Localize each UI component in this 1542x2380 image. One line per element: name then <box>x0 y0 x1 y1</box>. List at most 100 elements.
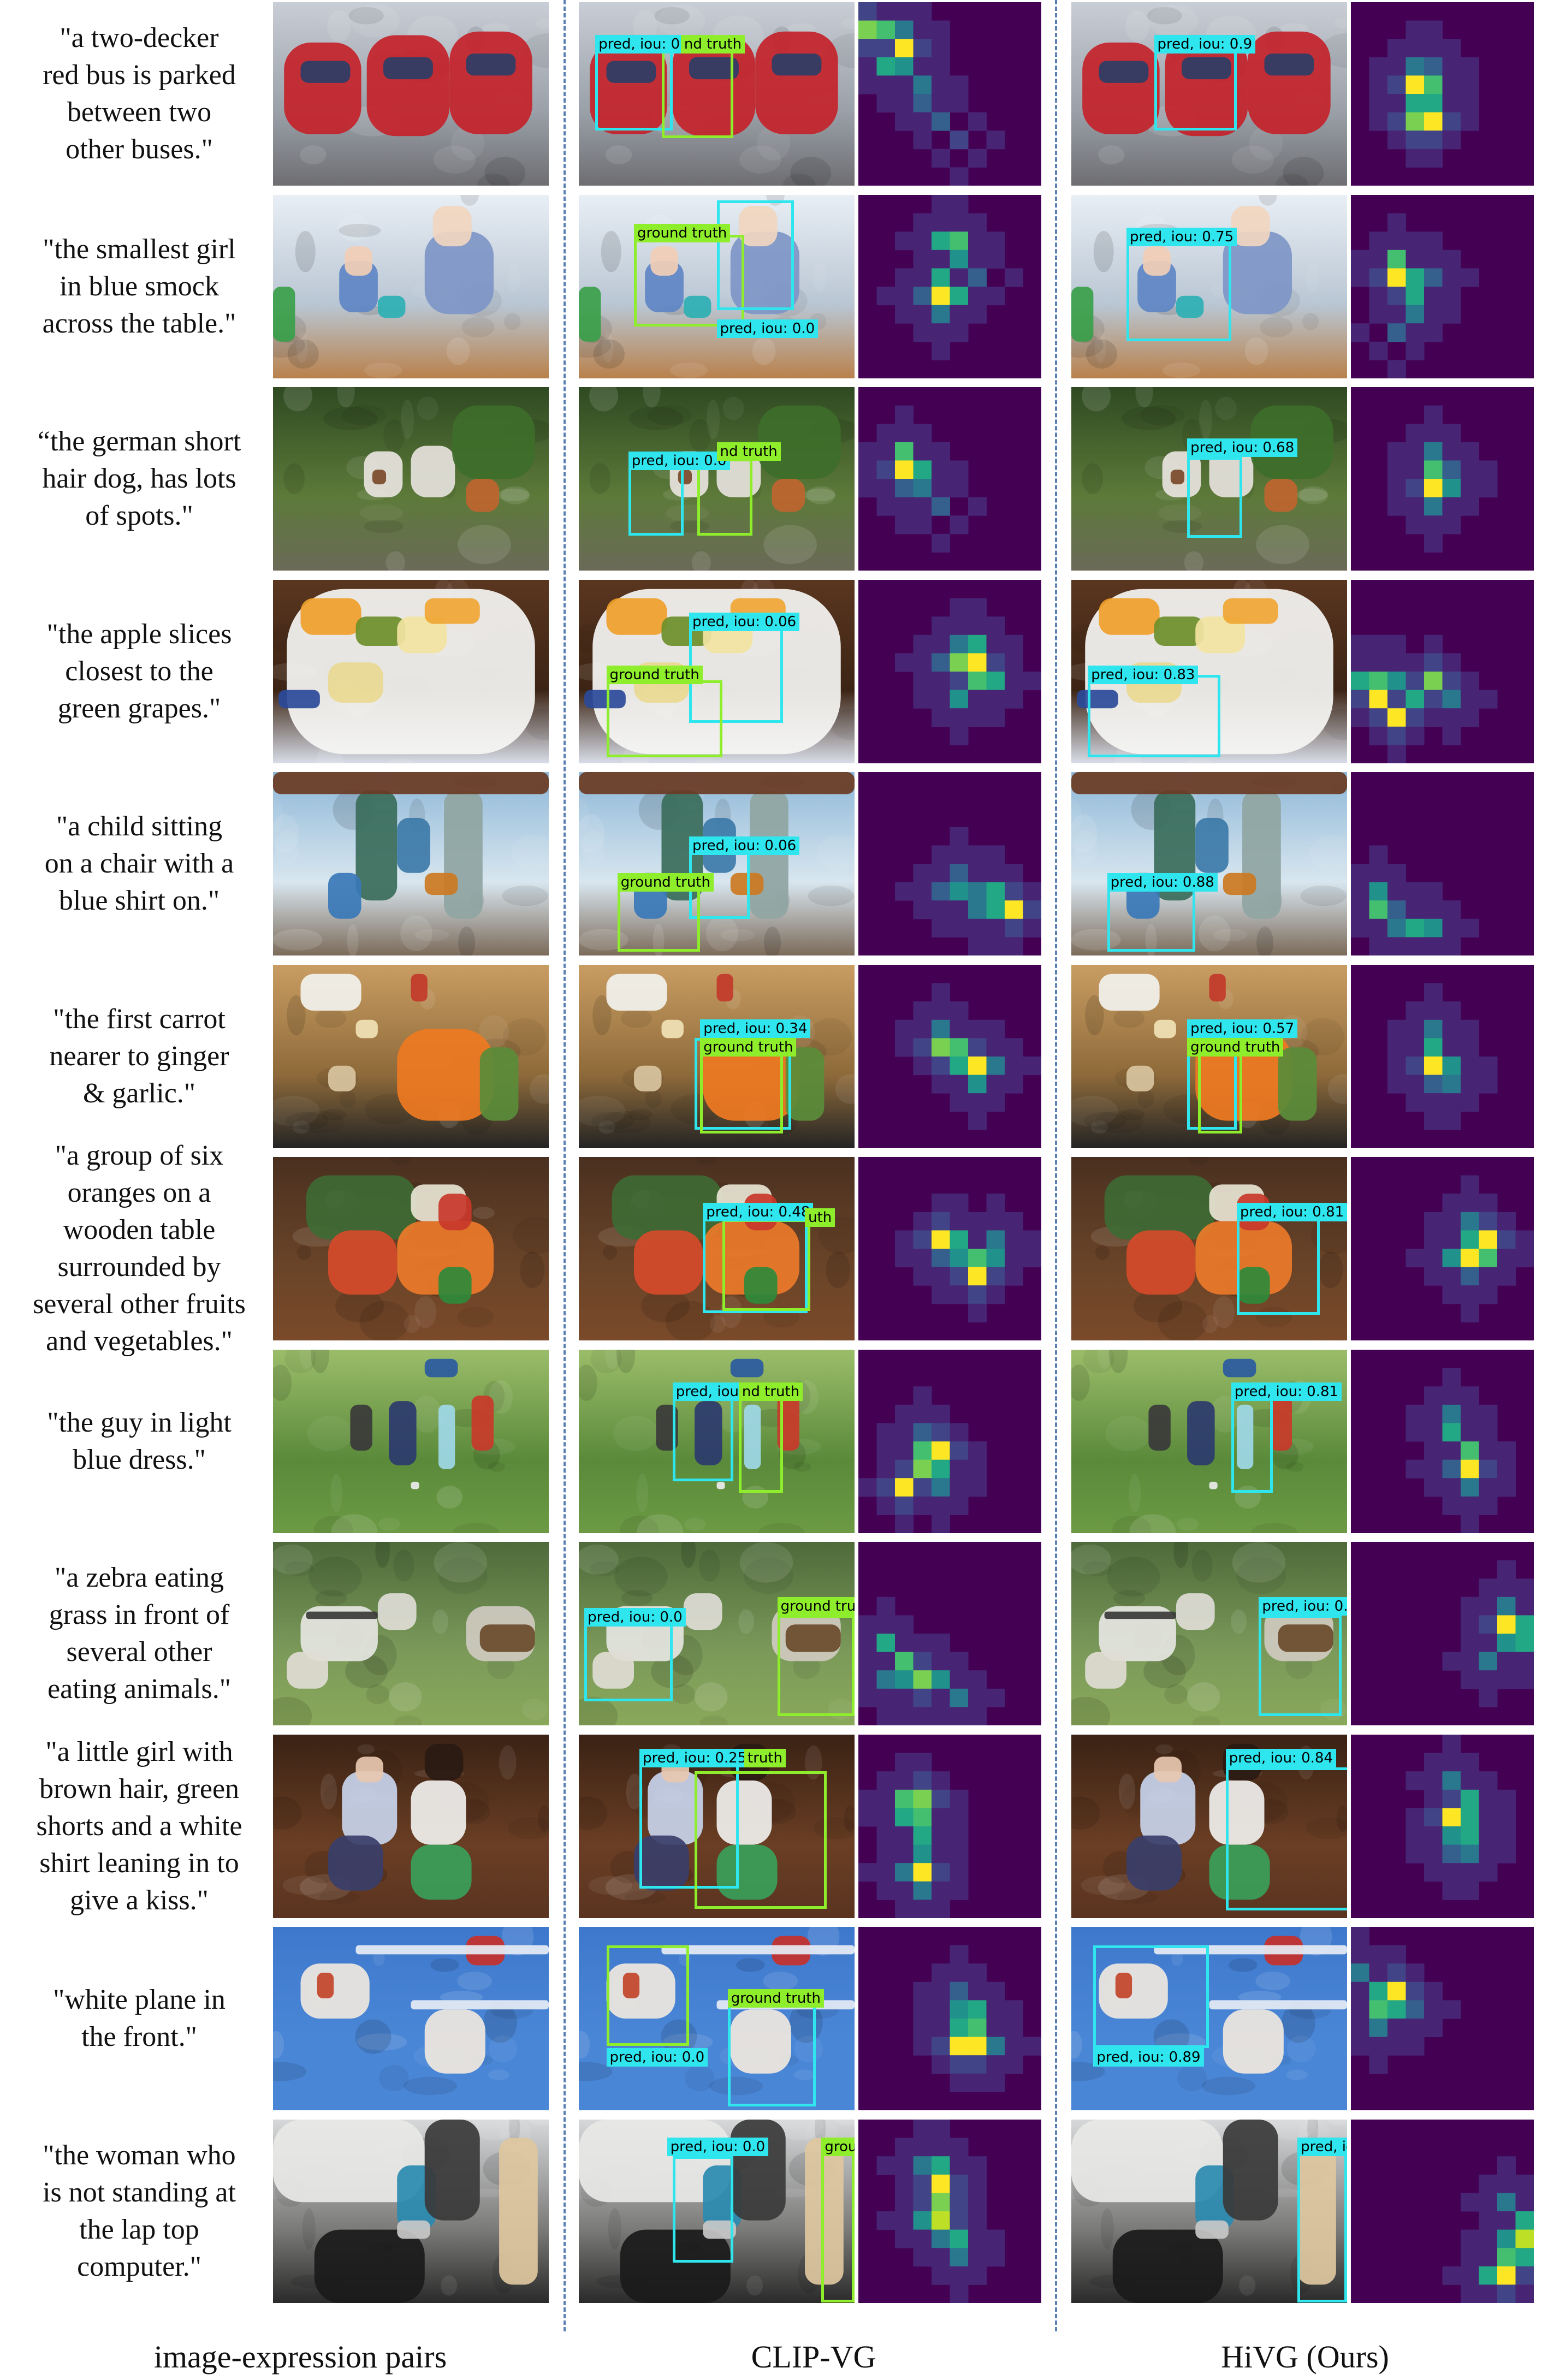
heat-cell <box>913 515 932 535</box>
heat-cell <box>968 634 987 654</box>
heat-cell <box>1424 690 1443 709</box>
expression-line: grass in front of <box>49 1599 230 1630</box>
heat-cell <box>876 2211 895 2230</box>
clipheat11-grid <box>876 2119 1005 2303</box>
heat-cell <box>913 442 932 461</box>
heat-cell <box>1405 479 1425 498</box>
heat-cell <box>932 1963 950 1983</box>
heat-cell <box>1442 2266 1461 2285</box>
ground-truth-bounding-box <box>821 2138 855 2303</box>
heat-cell <box>1405 1807 1425 1826</box>
figure-row: "the guy in light blue dress." pred, iou: … <box>0 1349 1542 1533</box>
heat-cell <box>950 1844 969 1863</box>
heat-cell <box>1424 1037 1443 1057</box>
heat-cell <box>876 75 895 94</box>
heat-cell <box>1023 882 1041 901</box>
heat-cell <box>895 2 914 21</box>
hivgheat6-grid <box>1405 1175 1534 1322</box>
heat-cell <box>1497 1670 1516 1689</box>
heat-cell <box>913 1881 932 1900</box>
heat-cell <box>913 130 932 150</box>
heat-cell <box>895 231 914 250</box>
heat-cell <box>913 2 932 21</box>
heat-cell <box>1442 479 1461 498</box>
heat-cell <box>1424 2000 1443 2019</box>
heat-cell <box>932 634 950 654</box>
clipheat5-grid <box>895 983 1041 1130</box>
heat-cell <box>1424 1844 1443 1863</box>
heat-cell <box>950 2229 969 2248</box>
heat-cell <box>986 937 1005 955</box>
clipvg-prediction-image: ground truth pred, iou: 0.0 <box>579 194 855 378</box>
heat-cell <box>950 2019 969 2038</box>
heat-cell <box>950 2156 969 2175</box>
heat-cell <box>1005 1267 1023 1286</box>
heat-cell <box>1515 2247 1534 2266</box>
heat-cell <box>895 479 914 498</box>
heat-cell <box>1005 690 1023 709</box>
heat-cell <box>950 900 969 919</box>
heat-cell <box>913 1652 932 1671</box>
heat-cell <box>876 57 895 76</box>
heat-cell <box>876 1789 895 1808</box>
heat-cell <box>1497 2192 1516 2211</box>
heat-cell <box>1369 690 1388 709</box>
hivg-prediction-image: pred, iou: 0.57 ground truth <box>1071 964 1347 1148</box>
heat-cell <box>968 2247 987 2266</box>
heat-cell <box>1442 1844 1461 1863</box>
ground-truth-bounding-box <box>722 1219 811 1311</box>
hivgheat3-grid <box>1351 634 1498 763</box>
heat-cell <box>913 1230 932 1249</box>
heat-cell <box>1387 671 1406 690</box>
pred-iou-label: pred, iou: 0.81 <box>1231 1382 1342 1401</box>
heat-cell <box>1424 671 1443 690</box>
heat-cell <box>932 845 950 864</box>
heat-cell <box>932 1981 950 2001</box>
heat-cell <box>1424 1019 1443 1038</box>
hivgheat9-grid <box>1405 1734 1516 1900</box>
heat-cell <box>1461 460 1479 479</box>
heat-cell <box>1387 39 1406 58</box>
expression-line: several other <box>66 1636 212 1667</box>
heat-cell <box>950 616 969 635</box>
heat-cell <box>1479 1862 1498 1882</box>
ground-truth-label: truth <box>744 1749 786 1768</box>
heat-cell <box>858 57 877 76</box>
heat-cell <box>1461 1285 1479 1304</box>
heat-cell <box>950 598 969 617</box>
heat-cell <box>913 1477 932 1497</box>
heat-cell <box>1442 690 1461 709</box>
heat-cell <box>1424 20 1443 39</box>
heat-cell <box>986 616 1005 635</box>
heat-cell <box>1424 1981 1443 2001</box>
heat-cell <box>895 1688 914 1707</box>
heat-cell <box>968 1075 987 1094</box>
heat-cell <box>1442 1496 1461 1515</box>
heat-cell <box>1424 652 1443 672</box>
heat-cell <box>1005 864 1023 883</box>
heat-cell <box>932 341 950 360</box>
expression-line: closest to the <box>65 655 213 687</box>
heat-cell <box>1351 1963 1369 1983</box>
heat-cell <box>968 1019 987 1038</box>
heat-cell <box>876 1596 895 1616</box>
pred-iou-label: pred, iou: 0. <box>1259 1596 1347 1616</box>
heat-cell <box>986 1285 1005 1304</box>
expression-line: "white plane in <box>53 1984 226 2015</box>
heat-cell <box>932 94 950 113</box>
expression-line: hair dog, has lots <box>42 463 236 494</box>
heat-cell <box>932 1285 950 1304</box>
heat-cell <box>1424 1386 1443 1405</box>
clipheat7-grid <box>858 1386 987 1533</box>
heat-cell <box>1387 2037 1406 2056</box>
heat-cell <box>1497 1652 1516 1671</box>
heat-cell <box>876 1826 895 1845</box>
heat-cell <box>876 94 895 113</box>
heat-cell <box>1369 94 1388 113</box>
heat-cell <box>1461 479 1479 498</box>
pred-bounding-box <box>1237 1212 1320 1315</box>
heat-cell <box>1405 424 1425 443</box>
heat-cell <box>1424 1477 1443 1497</box>
clipheat0-grid <box>858 2 1005 186</box>
heat-cell <box>1442 515 1461 535</box>
